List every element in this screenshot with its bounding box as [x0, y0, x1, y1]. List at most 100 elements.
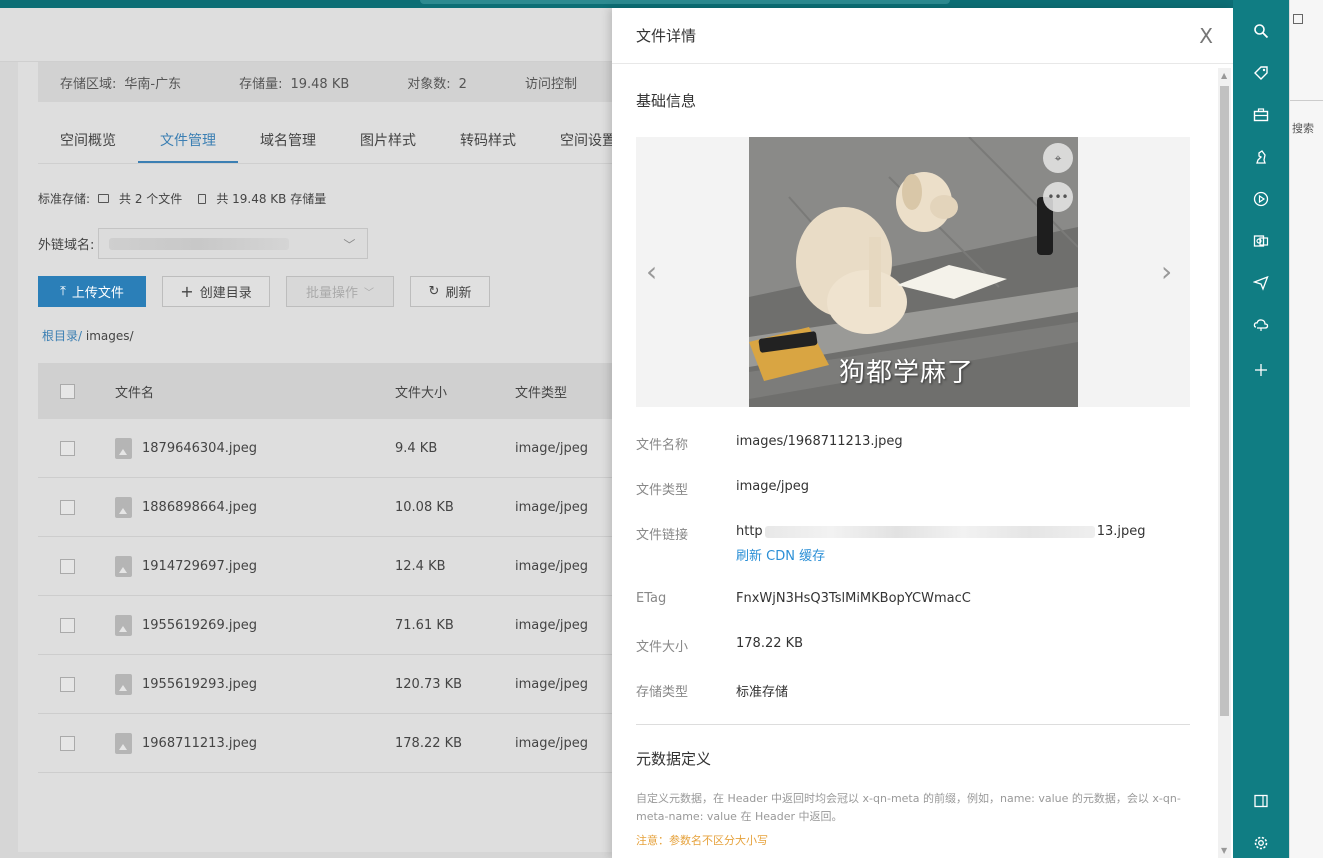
domain-select[interactable]: ﹀: [98, 228, 369, 259]
storage-type-label: 存储类型: [636, 685, 689, 700]
row-checkbox[interactable]: [60, 499, 75, 515]
drawer-title: 文件详情: [636, 27, 697, 45]
file-size: 12.4 KB: [395, 558, 446, 574]
file-type: image/jpeg: [515, 676, 588, 692]
file-link-label: 文件链接: [636, 528, 689, 543]
image-file-icon: [115, 614, 132, 636]
briefcase-icon[interactable]: [1250, 104, 1272, 126]
file-name[interactable]: 1968711213.jpeg: [142, 736, 257, 751]
gear-icon[interactable]: [1250, 832, 1272, 854]
plus-icon: +: [180, 282, 194, 301]
image-caption: 狗都学麻了: [839, 358, 975, 388]
panel-toggle-icon[interactable]: [1250, 790, 1272, 812]
row-checkbox[interactable]: [60, 558, 75, 574]
drawer-scrollbar[interactable]: ▲ ▼: [1218, 68, 1231, 858]
refresh-cdn-link[interactable]: 刷新 CDN 缓存: [736, 545, 1145, 564]
plus-icon[interactable]: [1250, 359, 1272, 381]
scan-icon[interactable]: ⌖: [1043, 143, 1073, 173]
upload-button[interactable]: ⤒ 上传文件: [38, 276, 146, 307]
tag-icon[interactable]: [1250, 62, 1272, 84]
link-prefix[interactable]: http: [736, 524, 763, 539]
play-icon[interactable]: [1250, 188, 1272, 210]
file-name[interactable]: 1886898664.jpeg: [142, 500, 257, 515]
access-control-info[interactable]: 访问控制: [525, 73, 577, 92]
more-icon[interactable]: •••: [1043, 182, 1073, 212]
tab-overview[interactable]: 空间概览: [38, 122, 138, 163]
file-type: image/jpeg: [515, 735, 588, 751]
file-type: image/jpeg: [515, 440, 588, 456]
file-name[interactable]: 1914729697.jpeg: [142, 559, 257, 574]
file-type-value: image/jpeg: [736, 479, 809, 494]
adjacent-window-edge: 搜索: [1289, 0, 1323, 858]
file-type: image/jpeg: [515, 558, 588, 574]
file-name[interactable]: 1955619269.jpeg: [142, 618, 257, 633]
table-row[interactable]: 1955619269.jpeg 71.61 KB image/jpeg: [38, 596, 638, 655]
tab-file-management[interactable]: 文件管理: [138, 122, 238, 163]
next-arrow-icon[interactable]: ›: [1161, 255, 1172, 288]
file-name[interactable]: 1955619293.jpeg: [142, 677, 257, 692]
header-type[interactable]: 文件类型: [515, 382, 615, 401]
image-file-icon: [115, 437, 132, 459]
link-suffix[interactable]: 13.jpeg: [1097, 524, 1146, 539]
checkbox-fragment[interactable]: [1293, 14, 1303, 24]
upload-label: 上传文件: [71, 286, 124, 301]
tab-image-styles[interactable]: 图片样式: [338, 122, 438, 163]
refresh-button[interactable]: ↻ 刷新: [410, 276, 490, 307]
row-checkbox[interactable]: [60, 676, 75, 692]
drawer-header: 文件详情 X: [612, 8, 1233, 64]
chess-icon[interactable]: [1250, 146, 1272, 168]
table-row[interactable]: 1914729697.jpeg 12.4 KB image/jpeg: [38, 537, 638, 596]
field-etag: ETag FnxWjN3HsQ3TslMiMKBopYCWmacC: [636, 591, 1196, 606]
close-icon[interactable]: X: [1199, 24, 1213, 48]
table-row[interactable]: 1968711213.jpeg 178.22 KB image/jpeg: [38, 714, 638, 773]
table-row[interactable]: 1886898664.jpeg 10.08 KB image/jpeg: [38, 478, 638, 537]
file-name[interactable]: 1879646304.jpeg: [142, 441, 257, 456]
chevron-down-icon: ﹀: [364, 288, 374, 299]
select-all-checkbox[interactable]: [60, 383, 75, 399]
refresh-label: 刷新: [445, 286, 472, 301]
search-icon[interactable]: [1250, 20, 1272, 42]
image-file-icon: [115, 496, 132, 518]
edge-divider: [1290, 100, 1323, 101]
table-row[interactable]: 1955619293.jpeg 120.73 KB image/jpeg: [38, 655, 638, 714]
header-name[interactable]: 文件名: [115, 382, 395, 401]
storage-label: 标准存储:: [38, 192, 91, 206]
batch-operations-button[interactable]: 批量操作 ﹀: [286, 276, 394, 307]
row-checkbox[interactable]: [60, 440, 75, 456]
file-toolbar: ⤒ 上传文件 + 创建目录 批量操作 ﹀ ↻ 刷新: [38, 276, 490, 307]
scrollbar-thumb[interactable]: [1220, 86, 1229, 716]
size-label: 存储量:: [239, 76, 283, 92]
breadcrumb-current: images/: [85, 329, 134, 343]
cloud-icon[interactable]: [1250, 314, 1272, 336]
metadata-title: 元数据定义: [636, 750, 712, 768]
send-icon[interactable]: [1250, 272, 1272, 294]
search-hint-fragment: 搜索: [1292, 122, 1314, 135]
preview-image: ⌖ ••• 狗都学麻了: [749, 137, 1078, 407]
file-link-value: http 13.jpeg 刷新 CDN 缓存: [736, 524, 1145, 564]
chevron-down-icon: ﹀: [343, 238, 356, 252]
row-checkbox[interactable]: [60, 735, 75, 751]
breadcrumb-root[interactable]: 根目录/: [42, 329, 82, 343]
tab-domain-management[interactable]: 域名管理: [238, 122, 338, 163]
file-table: 文件名 文件大小 文件类型 1879646304.jpeg 9.4 KB ima…: [38, 363, 638, 773]
create-directory-button[interactable]: + 创建目录: [162, 276, 270, 307]
table-row[interactable]: 1879646304.jpeg 9.4 KB image/jpeg: [38, 419, 638, 478]
create-directory-label: 创建目录: [199, 286, 252, 301]
scroll-up-icon[interactable]: ▲: [1221, 71, 1227, 80]
table-header: 文件名 文件大小 文件类型: [38, 363, 638, 419]
storage-files: 共 2 个文件: [119, 192, 183, 206]
field-file-size: 文件大小 178.22 KB: [636, 636, 1196, 655]
scroll-down-icon[interactable]: ▼: [1221, 846, 1227, 855]
file-size: 120.73 KB: [395, 676, 463, 692]
row-checkbox[interactable]: [60, 617, 75, 633]
region-label: 存储区域:: [60, 76, 117, 92]
top-strip: [0, 0, 1323, 8]
header-size[interactable]: 文件大小: [395, 382, 515, 401]
outlook-icon[interactable]: [1250, 230, 1272, 252]
domain-label: 外链域名:: [38, 238, 95, 253]
tab-transcode-styles[interactable]: 转码样式: [438, 122, 538, 163]
prev-arrow-icon[interactable]: ‹: [646, 255, 657, 288]
breadcrumb: 根目录/ images/: [42, 327, 134, 344]
file-size: 10.08 KB: [395, 499, 454, 515]
refresh-icon: ↻: [428, 284, 440, 299]
